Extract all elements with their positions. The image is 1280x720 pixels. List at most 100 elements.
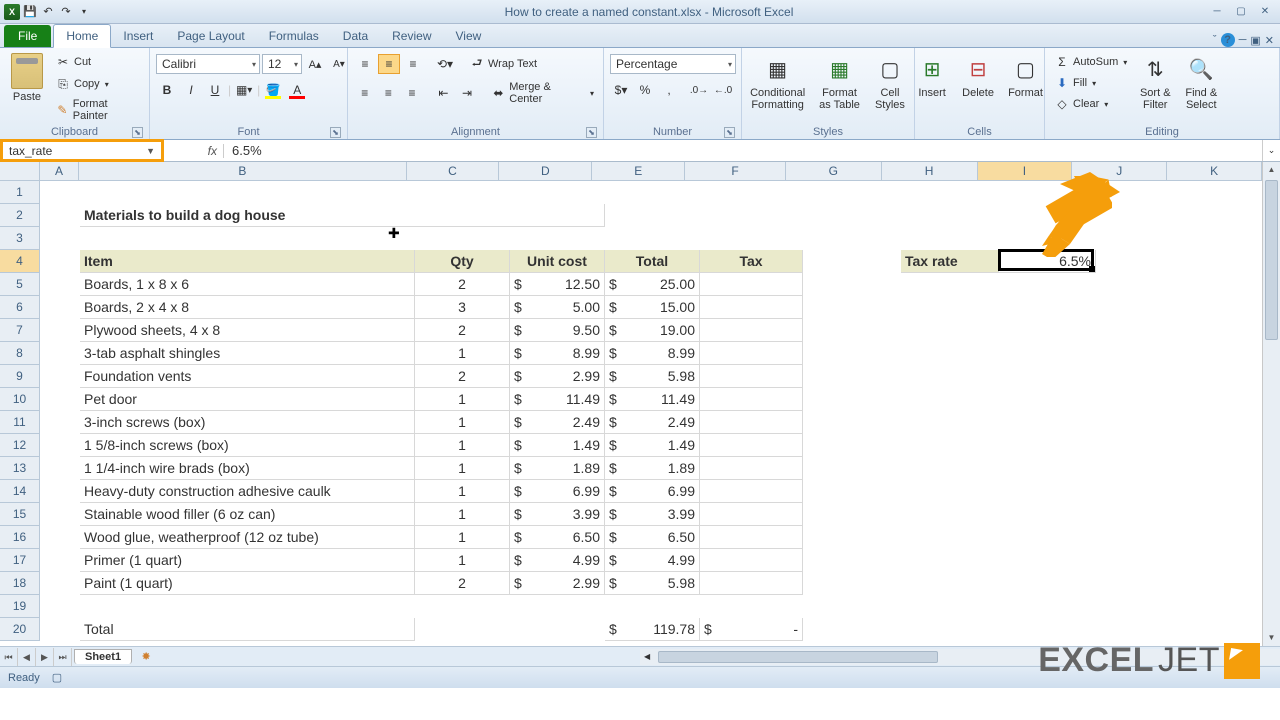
grow-font-icon[interactable]: A▴ bbox=[304, 54, 326, 74]
cell[interactable]: 1 bbox=[415, 526, 510, 549]
scroll-up-icon[interactable]: ▲ bbox=[1263, 162, 1280, 178]
cell[interactable]: $11.49 bbox=[510, 388, 605, 411]
first-sheet-icon[interactable]: ⏮ bbox=[0, 648, 18, 666]
cell[interactable]: 2 bbox=[415, 319, 510, 342]
cell[interactable] bbox=[700, 319, 803, 342]
row-header[interactable]: 7 bbox=[0, 319, 40, 342]
cell[interactable]: $8.99 bbox=[510, 342, 605, 365]
merge-center-button[interactable]: ⬌Merge & Center▾ bbox=[488, 80, 597, 106]
close-icon[interactable]: ✕ bbox=[1254, 4, 1276, 20]
italic-button[interactable]: I bbox=[180, 80, 202, 100]
row-header[interactable]: 15 bbox=[0, 503, 40, 526]
font-name-combo[interactable]: Calibri▾ bbox=[156, 54, 260, 74]
cell[interactable]: $3.99 bbox=[510, 503, 605, 526]
cell[interactable]: $6.99 bbox=[605, 480, 700, 503]
cell[interactable]: $2.99 bbox=[510, 365, 605, 388]
cell[interactable]: 1 bbox=[415, 503, 510, 526]
cell[interactable]: $6.50 bbox=[510, 526, 605, 549]
cell[interactable]: 2 bbox=[415, 572, 510, 595]
cell[interactable]: Primer (1 quart) bbox=[80, 549, 415, 572]
sheet-tab[interactable]: Sheet1 bbox=[74, 649, 132, 664]
minimize-ribbon-icon[interactable]: ˇ bbox=[1213, 34, 1217, 46]
cell[interactable]: Boards, 1 x 8 x 6 bbox=[80, 273, 415, 296]
scroll-thumb[interactable] bbox=[1265, 180, 1278, 340]
cell[interactable]: $1.89 bbox=[510, 457, 605, 480]
cell[interactable]: Unit cost bbox=[510, 250, 605, 273]
cell[interactable] bbox=[700, 480, 803, 503]
cell[interactable]: 1 5/8-inch screws (box) bbox=[80, 434, 415, 457]
cell[interactable]: Wood glue, weatherproof (12 oz tube) bbox=[80, 526, 415, 549]
column-header[interactable]: C bbox=[407, 162, 500, 181]
cell[interactable]: $8.99 bbox=[605, 342, 700, 365]
row-header[interactable]: 14 bbox=[0, 480, 40, 503]
column-header[interactable]: G bbox=[786, 162, 882, 181]
row-header[interactable]: 6 bbox=[0, 296, 40, 319]
cell[interactable]: $2.99 bbox=[510, 572, 605, 595]
window-restore-icon[interactable]: ▣ bbox=[1250, 34, 1260, 47]
row-header[interactable]: 16 bbox=[0, 526, 40, 549]
cell[interactable]: $2.49 bbox=[605, 411, 700, 434]
cell[interactable]: $11.49 bbox=[605, 388, 700, 411]
cell[interactable]: $9.50 bbox=[510, 319, 605, 342]
cell[interactable]: $2.49 bbox=[510, 411, 605, 434]
format-cells-button[interactable]: ▢Format bbox=[1003, 51, 1048, 101]
cell[interactable]: 1 1/4-inch wire brads (box) bbox=[80, 457, 415, 480]
fill-button[interactable]: ⬇Fill▾ bbox=[1051, 74, 1130, 92]
shrink-font-icon[interactable]: A▾ bbox=[328, 54, 350, 74]
align-left-icon[interactable]: ≡ bbox=[354, 83, 376, 103]
sort-filter-button[interactable]: ⇅Sort & Filter bbox=[1134, 51, 1176, 113]
cell[interactable]: Heavy-duty construction adhesive caulk bbox=[80, 480, 415, 503]
cell[interactable]: $5.98 bbox=[605, 572, 700, 595]
tab-home[interactable]: Home bbox=[53, 24, 111, 48]
cell-styles-button[interactable]: ▢Cell Styles bbox=[869, 51, 911, 113]
borders-icon[interactable]: ▦▾ bbox=[233, 80, 255, 100]
number-format-combo[interactable]: Percentage▾ bbox=[610, 54, 736, 74]
tab-data[interactable]: Data bbox=[331, 25, 380, 47]
cell[interactable]: $12.50 bbox=[510, 273, 605, 296]
underline-button[interactable]: U bbox=[204, 80, 226, 100]
minimize-icon[interactable]: ─ bbox=[1206, 4, 1228, 20]
cut-button[interactable]: ✂Cut bbox=[52, 53, 143, 71]
fill-color-icon[interactable]: 🪣 bbox=[262, 80, 284, 100]
prev-sheet-icon[interactable]: ◀ bbox=[18, 648, 36, 666]
expand-formula-bar-icon[interactable]: ⌄ bbox=[1262, 140, 1280, 161]
cell[interactable]: $119.78 bbox=[605, 618, 700, 641]
spreadsheet-grid[interactable]: ABCDEFGHIJK 1234567891011121314151617181… bbox=[0, 162, 1280, 646]
cell[interactable]: Tax bbox=[700, 250, 803, 273]
last-sheet-icon[interactable]: ⏭ bbox=[54, 648, 72, 666]
cell[interactable] bbox=[700, 526, 803, 549]
row-header[interactable]: 19 bbox=[0, 595, 40, 618]
file-tab[interactable]: File bbox=[4, 25, 51, 47]
paste-button[interactable]: Paste bbox=[6, 51, 48, 105]
select-all-button[interactable] bbox=[0, 162, 40, 181]
row-header[interactable]: 5 bbox=[0, 273, 40, 296]
cell[interactable]: 3-inch screws (box) bbox=[80, 411, 415, 434]
row-header[interactable]: 8 bbox=[0, 342, 40, 365]
vertical-scrollbar[interactable]: ▲ ▼ bbox=[1262, 162, 1280, 646]
row-header[interactable]: 10 bbox=[0, 388, 40, 411]
cell[interactable] bbox=[700, 342, 803, 365]
scroll-down-icon[interactable]: ▼ bbox=[1263, 630, 1280, 646]
row-header[interactable]: 13 bbox=[0, 457, 40, 480]
cell[interactable]: $5.00 bbox=[510, 296, 605, 319]
cell[interactable]: $1.49 bbox=[605, 434, 700, 457]
cell[interactable]: $5.98 bbox=[605, 365, 700, 388]
scroll-left-icon[interactable]: ◀ bbox=[640, 652, 654, 661]
save-icon[interactable]: 💾 bbox=[22, 4, 38, 20]
row-header[interactable]: 2 bbox=[0, 204, 40, 227]
copy-button[interactable]: ⎘Copy▾ bbox=[52, 75, 143, 93]
formula-input[interactable]: 6.5% bbox=[224, 143, 1262, 158]
align-right-icon[interactable]: ≡ bbox=[401, 83, 423, 103]
align-center-icon[interactable]: ≡ bbox=[378, 83, 400, 103]
cell[interactable]: 1 bbox=[415, 342, 510, 365]
cell[interactable]: Plywood sheets, 4 x 8 bbox=[80, 319, 415, 342]
cell[interactable]: Stainable wood filler (6 oz can) bbox=[80, 503, 415, 526]
autosum-button[interactable]: ΣAutoSum▾ bbox=[1051, 53, 1130, 71]
row-header[interactable]: 4 bbox=[0, 250, 40, 273]
accounting-format-icon[interactable]: $▾ bbox=[610, 80, 632, 100]
cell[interactable] bbox=[700, 273, 803, 296]
cell[interactable]: 1 bbox=[415, 411, 510, 434]
bold-button[interactable]: B bbox=[156, 80, 178, 100]
align-top-icon[interactable]: ≡ bbox=[354, 54, 376, 74]
cell[interactable]: Pet door bbox=[80, 388, 415, 411]
